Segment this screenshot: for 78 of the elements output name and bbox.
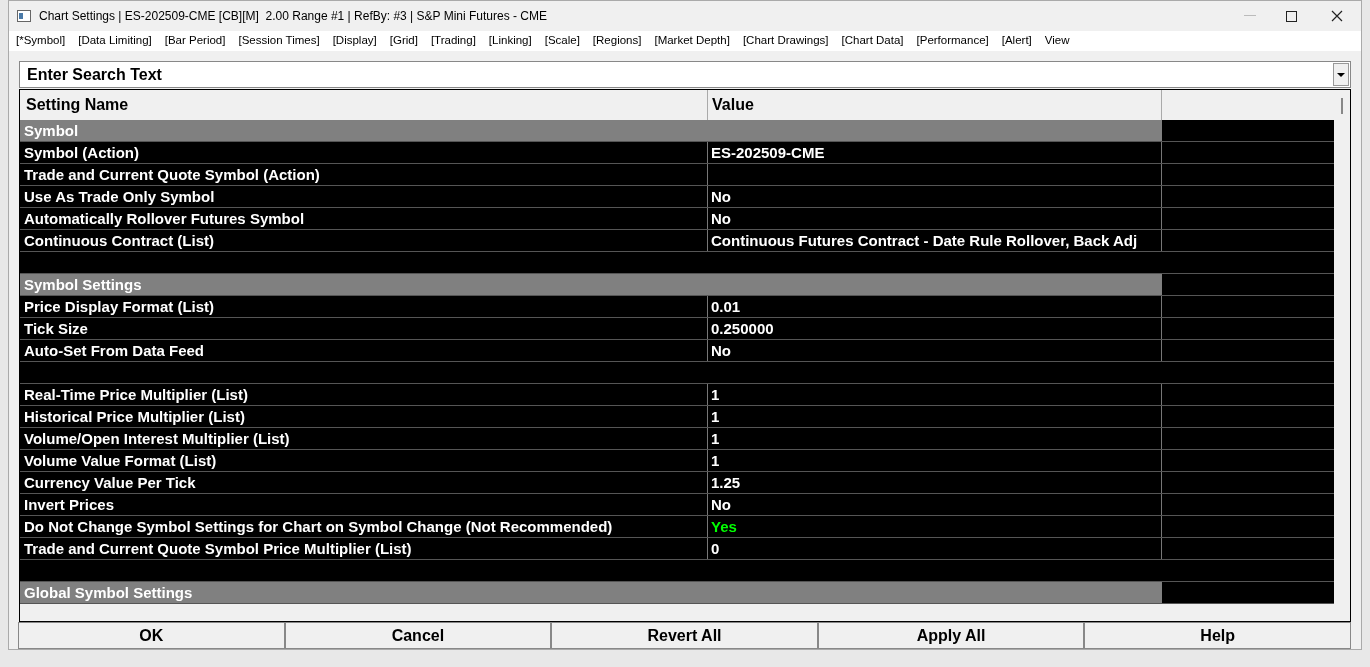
settings-tab[interactable]: [Chart Drawings] [742,32,829,50]
setting-name[interactable]: Volume Value Format (List) [20,450,708,471]
section-title: Symbol Settings [24,276,142,293]
setting-name[interactable]: Real-Time Price Multiplier (List) [20,384,708,405]
setting-value[interactable]: 1 [708,428,1162,449]
setting-name[interactable]: Historical Price Multiplier (List) [20,406,708,427]
window-title: Chart Settings | ES-202509-CME [CB][M] 2.00 Range #1 | RefBy: #3 | S&P Mini Futures - CME [39,8,547,25]
dropdown-button[interactable] [1333,63,1349,86]
settings-tab[interactable]: [Regions] [592,32,642,50]
setting-value[interactable]: 1 [708,406,1162,427]
setting-row[interactable]: Historical Price Multiplier (List) 1 [20,406,1334,428]
dialog-button[interactable]: OK [18,622,285,649]
setting-name[interactable]: Symbol (Action) [20,142,708,163]
setting-row[interactable]: Currency Value Per Tick 1.25 [20,472,1334,494]
search-field[interactable]: Enter Search Text [19,61,1351,88]
setting-name[interactable]: Invert Prices [20,494,708,515]
setting-value[interactable]: Continuous Futures Contract - Date Rule Rollover, Back Adj [708,230,1162,251]
setting-value[interactable]: No [708,186,1162,207]
setting-name[interactable]: Automatically Rollover Futures Symbol [20,208,708,229]
setting-value[interactable]: 1.25 [708,472,1162,493]
setting-name[interactable]: Trade and Current Quote Symbol Price Multiplier (List) [20,538,708,559]
setting-value[interactable]: 1 [708,384,1162,405]
settings-tab[interactable]: [Session Times] [238,32,320,50]
setting-row[interactable]: Price Display Format (List) 0.01 [20,296,1334,318]
setting-row[interactable]: Use As Trade Only Symbol No [20,186,1334,208]
settings-tab[interactable]: [Market Depth] [654,32,730,50]
settings-tab[interactable]: [Trading] [430,32,476,50]
dialog-button[interactable]: Help [1084,622,1351,649]
settings-tab[interactable]: [Alert] [1001,32,1032,50]
setting-value[interactable]: No [708,208,1162,229]
setting-row[interactable]: Continuous Contract (List) Continuous Futures Contract - Date Rule Rollover, Back Adj [20,230,1334,252]
close-icon[interactable] [1331,10,1343,22]
settings-tab[interactable]: [Display] [332,32,377,50]
setting-name[interactable]: Continuous Contract (List) [20,230,708,251]
setting-name[interactable]: Do Not Change Symbol Settings for Chart on Symbol Change (Not Recommended) [20,516,708,537]
settings-tab[interactable]: [Bar Period] [164,32,226,50]
setting-row[interactable]: Volume Value Format (List) 1 [20,450,1334,472]
setting-value[interactable]: No [708,340,1162,361]
setting-value[interactable]: 0 [708,538,1162,559]
settings-tab[interactable]: [Data Limiting] [78,32,152,50]
settings-tab[interactable]: View [1044,32,1070,50]
setting-row[interactable]: Trade and Current Quote Symbol (Action) [20,164,1334,186]
setting-name[interactable]: Trade and Current Quote Symbol (Action) [20,164,708,185]
maximize-icon[interactable] [1286,10,1297,22]
setting-value[interactable]: Yes [708,516,1162,537]
setting-name[interactable]: Use As Trade Only Symbol [20,186,708,207]
setting-row[interactable]: Symbol (Action) ES-202509-CME [20,142,1334,164]
settings-tab[interactable]: [Linking] [488,32,532,50]
setting-name[interactable]: Price Display Format (List) [20,296,708,317]
settings-tab[interactable]: [Chart Data] [841,32,904,50]
setting-row[interactable]: Tick Size 0.250000 [20,318,1334,340]
setting-row[interactable]: Volume/Open Interest Multiplier (List) 1 [20,428,1334,450]
setting-row[interactable]: Trade and Current Quote Symbol Price Multiplier (List) 0 [20,538,1334,560]
setting-name[interactable]: Volume/Open Interest Multiplier (List) [20,428,708,449]
dialog-button[interactable]: Apply All [817,622,1085,649]
setting-value[interactable]: 0.250000 [708,318,1162,339]
setting-row[interactable]: Real-Time Price Multiplier (List) 1 [20,384,1334,406]
setting-value[interactable]: 1 [708,450,1162,471]
setting-name[interactable]: Currency Value Per Tick [20,472,708,493]
caret-icon [1337,72,1345,77]
setting-row[interactable]: Automatically Rollover Futures Symbol No [20,208,1334,230]
app-icon [17,10,31,22]
setting-row[interactable]: Invert Prices No [20,494,1334,516]
dialog-button[interactable]: Cancel [284,622,552,649]
setting-name[interactable]: Tick Size [20,318,708,339]
dialog-button[interactable]: Revert All [551,622,818,649]
setting-value[interactable]: No [708,494,1162,515]
settings-tab[interactable]: [*Symbol] [16,32,66,50]
setting-value[interactable]: ES-202509-CME [708,142,1162,163]
setting-row[interactable]: Auto-Set From Data Feed No [20,340,1334,362]
setting-value[interactable]: 0.01 [708,296,1162,317]
settings-tab[interactable]: [Performance] [916,32,989,50]
section-title: Symbol [24,122,79,139]
setting-row[interactable]: Do Not Change Symbol Settings for Chart on Symbol Change (Not Recommended) Yes [20,516,1334,538]
settings-tab[interactable]: [Scale] [544,32,580,50]
setting-name[interactable]: Auto-Set From Data Feed [20,340,708,361]
settings-tab[interactable]: [Grid] [389,32,418,50]
section-title: Global Symbol Settings [24,584,193,601]
